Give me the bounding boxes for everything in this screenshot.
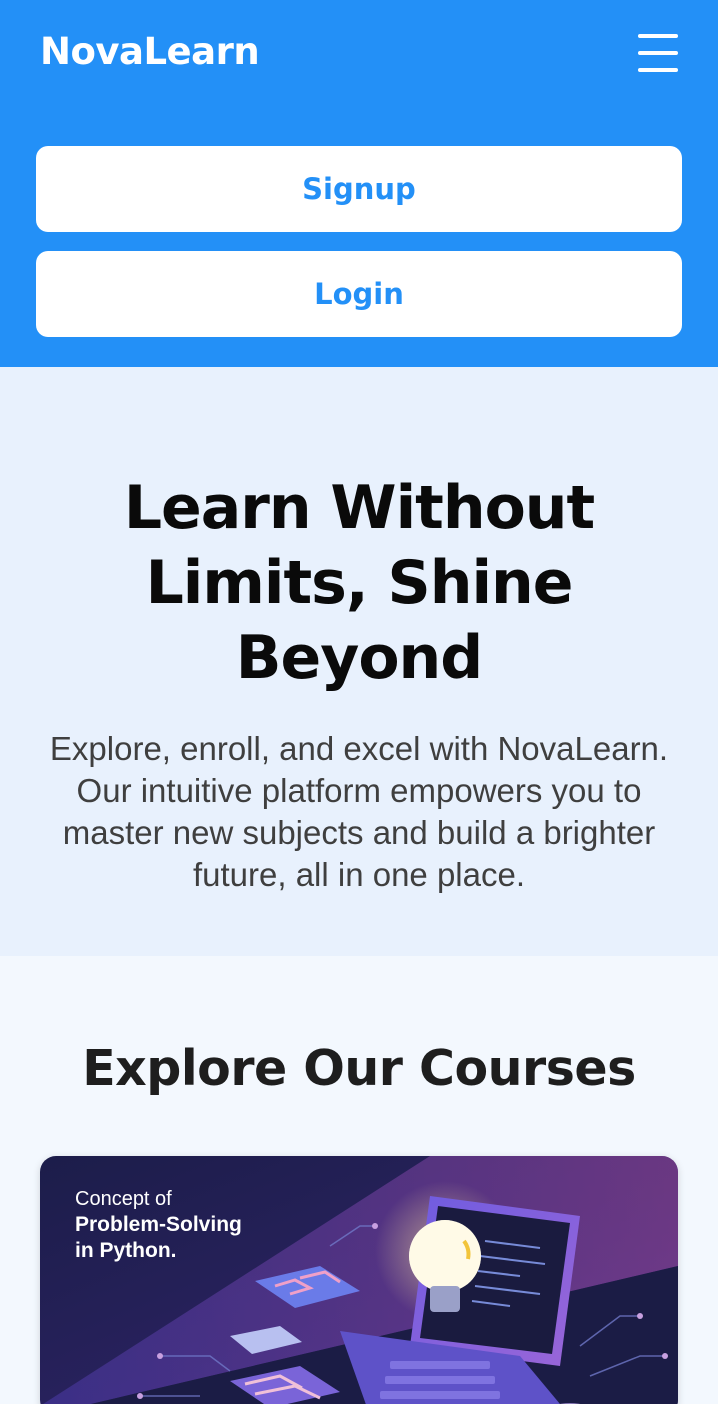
hero-title: Learn Without Limits, Shine Beyond [123,473,595,693]
courses-section: Explore Our Courses Concept of Problem-S… [0,956,718,1404]
course-card-caption: Concept of Problem-Solving in Python. [75,1186,242,1264]
brand-logo[interactable]: NovaLearn [40,30,260,73]
hero-section: Learn Without Limits, Shine Beyond Explo… [0,367,718,956]
course-card[interactable]: Concept of Problem-Solving in Python. [40,1156,678,1404]
hero-subtitle-line: Explore, enroll, and excel with NovaLear… [49,730,669,767]
menu-bar [638,68,678,72]
course-title: in Python. [75,1239,177,1262]
signup-button[interactable]: Signup [36,146,682,232]
courses-heading: Explore Our Courses [82,1040,636,1097]
login-button[interactable]: Login [36,251,682,337]
course-title: Problem-Solving [75,1213,242,1236]
course-concept: Concept of [75,1188,172,1210]
site-header: NovaLearn Signup Login [0,0,718,367]
menu-bar [638,34,678,38]
menu-bar [638,51,678,55]
hero-subtitle: Explore, enroll, and excel with NovaLear… [39,728,679,896]
hero-subtitle-line: Our intuitive platform empowers you to m… [62,772,656,893]
hamburger-menu-icon[interactable] [638,34,678,72]
